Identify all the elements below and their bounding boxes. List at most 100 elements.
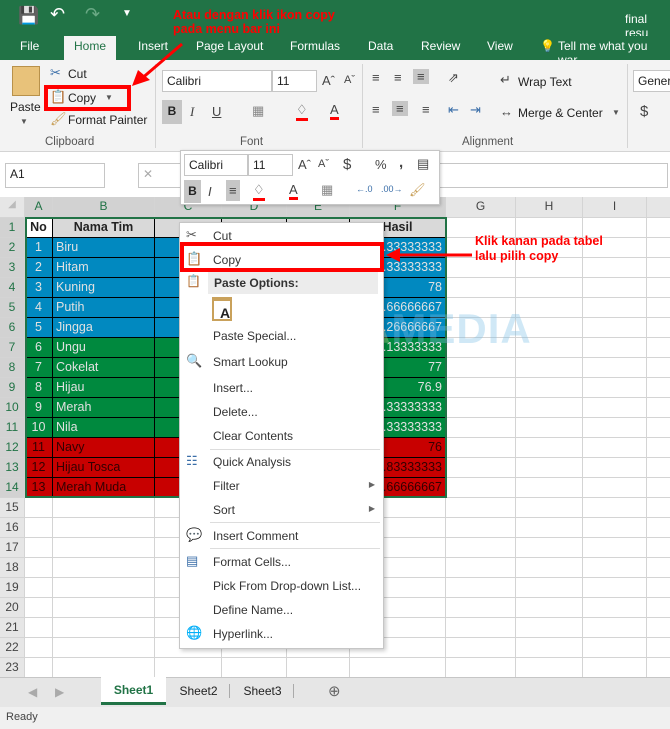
mini-bold-button[interactable]: B [184, 180, 201, 203]
cell[interactable] [25, 658, 53, 678]
row-header[interactable]: 21 [0, 618, 25, 638]
cell[interactable] [516, 598, 583, 618]
cell[interactable] [516, 278, 583, 298]
cell[interactable] [647, 238, 670, 258]
table-cell[interactable]: Putih [53, 298, 155, 318]
cell[interactable] [647, 338, 670, 358]
align-left-icon[interactable]: ≡ [372, 102, 380, 117]
cell[interactable] [647, 518, 670, 538]
scroll-left-icon[interactable]: ◀ [28, 685, 37, 699]
scroll-right-icon[interactable]: ▶ [55, 685, 64, 699]
cell[interactable] [446, 298, 516, 318]
row-header[interactable]: 6 [0, 318, 25, 338]
table-cell[interactable]: Kuning [53, 278, 155, 298]
paste-dropdown-icon[interactable]: ▼ [20, 117, 28, 126]
fill-color-icon[interactable]: ♢ [296, 102, 308, 121]
table-cell[interactable]: Nila [53, 418, 155, 438]
row-header[interactable]: 12 [0, 438, 25, 458]
mini-font-select[interactable]: Calibri [184, 154, 248, 176]
cell[interactable] [647, 398, 670, 418]
tab-review[interactable]: Review [421, 39, 460, 53]
cell[interactable] [583, 638, 647, 658]
save-icon[interactable]: 💾 [18, 6, 39, 26]
row-header[interactable]: 4 [0, 278, 25, 298]
align-center-icon[interactable]: ≡ [392, 101, 408, 116]
cell[interactable] [25, 578, 53, 598]
mini-italic-button[interactable]: I [208, 184, 212, 199]
cell[interactable] [25, 558, 53, 578]
cell[interactable] [516, 418, 583, 438]
menu-item-delete[interactable]: Delete... [180, 401, 383, 423]
row-header[interactable]: 17 [0, 538, 25, 558]
mini-currency-button[interactable]: $ [343, 156, 351, 173]
table-cell[interactable]: 2 [25, 258, 53, 278]
table-cell[interactable]: Biru [53, 238, 155, 258]
cell[interactable] [446, 318, 516, 338]
row-header[interactable]: 22 [0, 638, 25, 658]
cell[interactable] [583, 418, 647, 438]
cell[interactable] [647, 638, 670, 658]
mini-size-select[interactable]: 11 [248, 154, 293, 176]
cell[interactable] [53, 498, 155, 518]
row-header[interactable]: 14 [0, 478, 25, 498]
decrease-indent-icon[interactable]: ⇤ [448, 102, 459, 118]
row-header[interactable]: 9 [0, 378, 25, 398]
tab-view[interactable]: View [487, 39, 513, 53]
increase-indent-icon[interactable]: ⇥ [470, 102, 481, 118]
row-header[interactable]: 2 [0, 238, 25, 258]
increase-font-icon[interactable]: Aˆ [322, 73, 335, 88]
cell[interactable] [583, 598, 647, 618]
table-cell[interactable]: 4 [25, 298, 53, 318]
cell[interactable] [516, 378, 583, 398]
borders-icon[interactable]: ▦ [321, 182, 333, 198]
cell[interactable] [583, 498, 647, 518]
cell[interactable] [516, 658, 583, 678]
row-header[interactable]: 20 [0, 598, 25, 618]
bold-button[interactable]: B [162, 100, 182, 124]
cell[interactable] [53, 538, 155, 558]
cell[interactable] [446, 518, 516, 538]
cell[interactable] [583, 478, 647, 498]
row-header[interactable]: 1 [0, 218, 25, 238]
cell[interactable] [647, 538, 670, 558]
row-header[interactable]: 23 [0, 658, 25, 678]
cell[interactable] [583, 298, 647, 318]
table-cell[interactable]: 1 [25, 238, 53, 258]
cell[interactable] [516, 318, 583, 338]
cell[interactable] [516, 438, 583, 458]
cell[interactable] [647, 618, 670, 638]
table-cell[interactable]: 6 [25, 338, 53, 358]
row-header[interactable]: 3 [0, 258, 25, 278]
undo-icon[interactable]: ↶ [50, 4, 65, 25]
cell[interactable] [516, 358, 583, 378]
sheet-tab-sheet1[interactable]: Sheet1 [101, 677, 166, 705]
column-header[interactable] [647, 197, 670, 218]
cell[interactable] [583, 558, 647, 578]
cell[interactable] [647, 578, 670, 598]
merge-center-button[interactable]: Merge & Center [518, 106, 603, 120]
cell[interactable] [647, 318, 670, 338]
cut-button[interactable]: Cut [68, 67, 87, 81]
redo-icon[interactable]: ↷ [85, 4, 100, 25]
format-painter-button[interactable]: Format Painter [68, 113, 147, 127]
font-size-select[interactable]: 11 [272, 70, 317, 92]
cell[interactable] [446, 498, 516, 518]
sheet-tab-sheet3[interactable]: Sheet3 [232, 684, 294, 698]
merge-icon[interactable]: ▤ [417, 156, 429, 172]
cell[interactable] [516, 618, 583, 638]
column-header[interactable]: B [53, 197, 155, 218]
cell[interactable] [25, 618, 53, 638]
cell[interactable] [446, 558, 516, 578]
menu-item-filter[interactable]: Filter ▶ [180, 475, 383, 497]
row-header[interactable]: 19 [0, 578, 25, 598]
paste-button[interactable]: Paste [10, 100, 41, 114]
select-all-button[interactable]: ◢ [0, 197, 25, 218]
cell[interactable] [647, 658, 670, 678]
cell[interactable] [446, 658, 516, 678]
cell[interactable] [446, 478, 516, 498]
number-format-select[interactable]: Genera [633, 70, 670, 92]
cell[interactable] [53, 518, 155, 538]
cancel-icon[interactable]: ✕ [143, 167, 153, 181]
table-cell[interactable]: Jingga [53, 318, 155, 338]
cell[interactable] [446, 618, 516, 638]
